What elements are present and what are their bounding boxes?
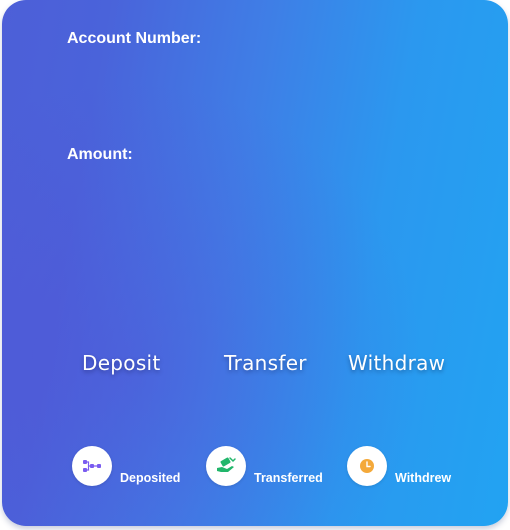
- hand-money-icon: [217, 457, 236, 472]
- transaction-card: Account Number: Amount: Deposit Transfer…: [2, 0, 508, 526]
- deposited-icon-badge: [72, 446, 112, 486]
- flow-icon: [83, 460, 101, 472]
- clock-icon: [360, 459, 374, 473]
- amount-label: Amount:: [67, 146, 133, 163]
- withdraw-button[interactable]: Withdraw: [342, 346, 451, 380]
- deposited-label: Deposited: [120, 471, 181, 485]
- transferred-icon-badge: [206, 446, 246, 486]
- transfer-button[interactable]: Transfer: [218, 346, 313, 380]
- withdrew-icon-badge: [347, 446, 387, 486]
- transferred-label: Transferred: [254, 471, 323, 485]
- amount-input[interactable]: [67, 174, 447, 210]
- deposit-button[interactable]: Deposit: [76, 346, 167, 380]
- account-number-label: Account Number:: [67, 30, 202, 47]
- account-number-input[interactable]: [67, 58, 447, 94]
- withdrew-label: Withdrew: [395, 471, 452, 485]
